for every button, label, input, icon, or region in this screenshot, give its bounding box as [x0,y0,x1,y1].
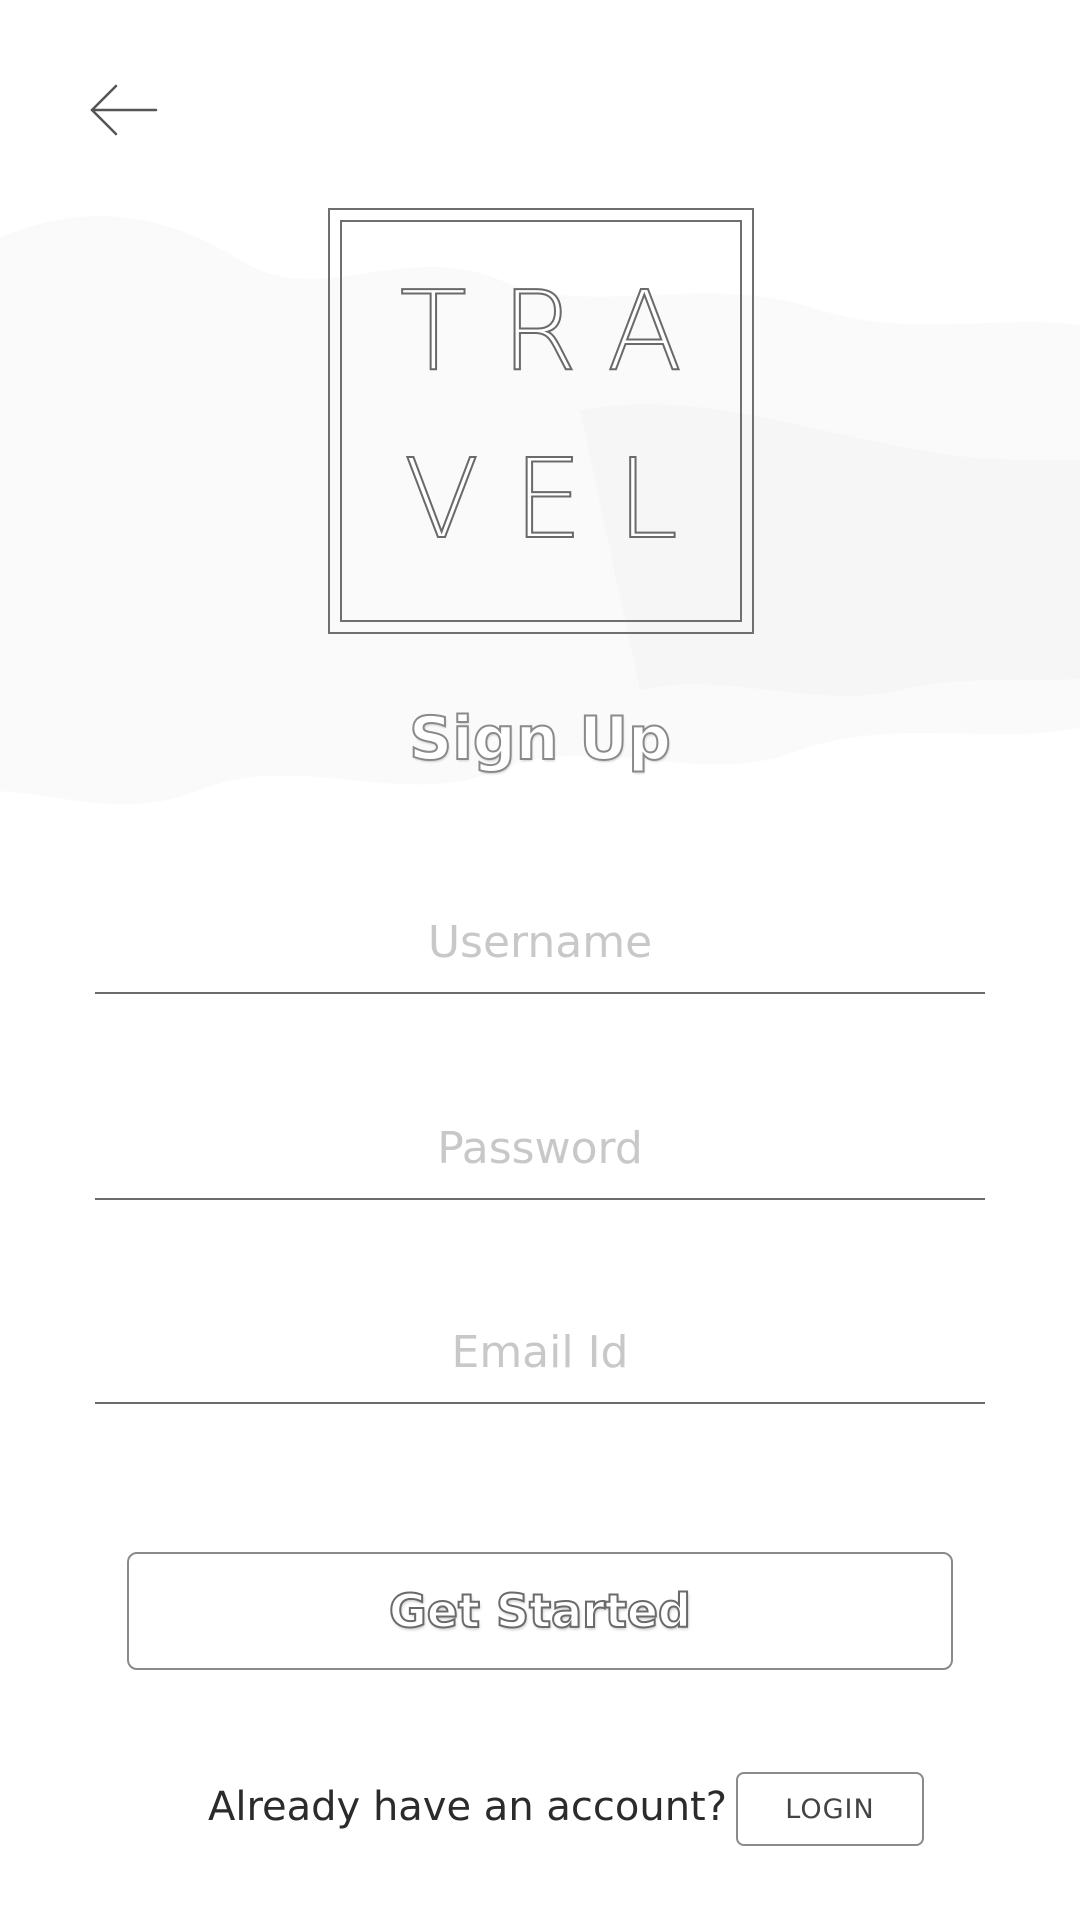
get-started-button[interactable]: Get Started [127,1552,953,1670]
logo-text-line-2: VEL [403,435,713,563]
get-started-label: Get Started [388,1583,692,1639]
page-title: Sign Up [408,703,672,775]
sign-up-screen: TRA VEL Sign Up Get Started Already have… [0,0,1080,1920]
password-field [95,1098,985,1200]
login-prompt: Already have an account? [208,1784,727,1830]
login-button[interactable]: LOGIN [736,1772,924,1846]
password-input[interactable] [95,1116,985,1180]
username-field [95,892,985,994]
logo-text-line-1: TRA [399,267,717,395]
back-button[interactable] [88,82,160,138]
arrow-left-icon [90,84,158,136]
username-input[interactable] [95,910,985,974]
travel-logo: TRA VEL [328,208,754,634]
email-field [95,1302,985,1404]
email-input[interactable] [95,1320,985,1384]
